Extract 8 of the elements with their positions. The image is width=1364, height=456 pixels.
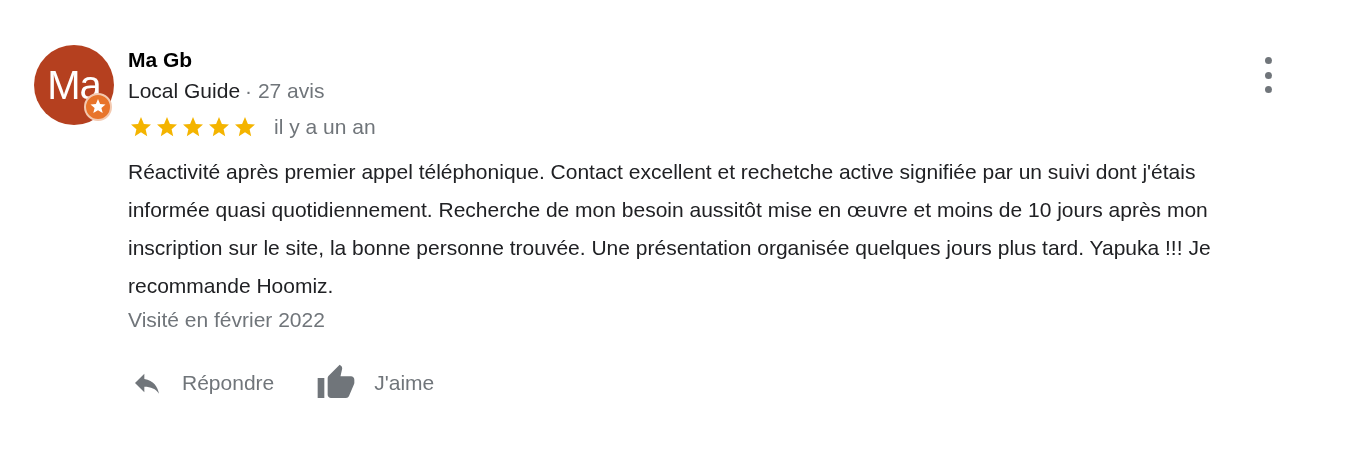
review-date: il y a un an xyxy=(274,114,376,140)
author-role: Local Guide xyxy=(128,78,241,104)
like-button[interactable]: J'aime xyxy=(314,362,435,403)
reply-button[interactable]: Répondre xyxy=(128,366,275,399)
visit-date: Visité en février 2022 xyxy=(128,306,326,333)
review-text: Réactivité après premier appel téléphonique. Contact excellent et rechetche active signifiée par un suivi dont j'étais informée quasi quotidiennement. Recherche de mon besoin aussitôt mise en œuvre et moins de 10 jours après mon inscription sur le site, la bonne personne trouvée. Une présentation organisée quelques jours plus tard. Yapuka !!! Je recommande Hoomiz. xyxy=(128,158,1212,299)
review-count: · 27 avis xyxy=(245,78,325,104)
author-name[interactable]: Ma Gb xyxy=(128,45,325,75)
